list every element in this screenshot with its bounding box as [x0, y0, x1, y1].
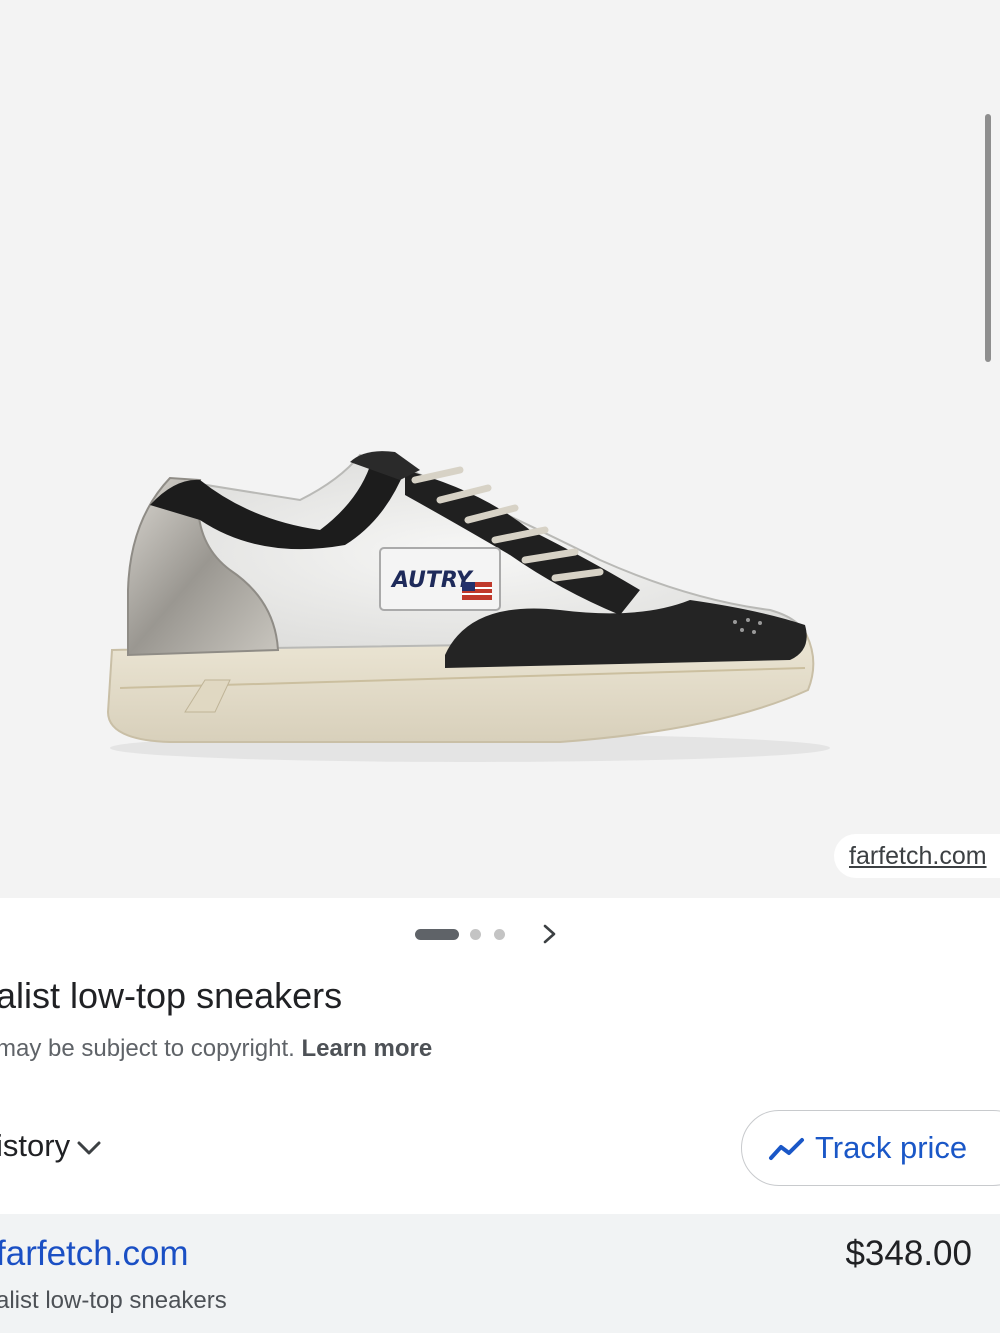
price-history-label: istory [0, 1128, 71, 1163]
chevron-down-icon [77, 1141, 101, 1155]
carousel-dot-active[interactable] [415, 929, 459, 940]
sneaker-image: AUTRY [106, 451, 830, 762]
price-history-toggle[interactable]: istory [0, 1124, 102, 1168]
learn-more-link[interactable]: Learn more [302, 1035, 433, 1062]
product-title: alist low-top sneakers [0, 975, 343, 1016]
offer-product-name: alist low-top sneakers [0, 1287, 227, 1314]
brand-patch-text: AUTRY [390, 568, 474, 593]
offer-price: $348.00 [845, 1234, 972, 1273]
carousel-dot[interactable] [494, 929, 505, 940]
chevron-right-icon[interactable] [539, 922, 561, 946]
track-price-button[interactable]: Track price [741, 1110, 1000, 1186]
product-image-area[interactable]: AUTRY farfetch.com [0, 0, 1000, 898]
track-price-label: Track price [815, 1130, 968, 1165]
copyright-notice: may be subject to copyright. Learn more [0, 1032, 432, 1066]
carousel-indicator [0, 920, 1000, 948]
store-offer-row[interactable]: farfetch.com $348.00 alist low-top sneak… [0, 1214, 1000, 1333]
trending-line-icon [769, 1138, 804, 1160]
image-source-chip[interactable]: farfetch.com [834, 834, 1000, 878]
scrollbar[interactable] [985, 114, 991, 362]
offer-store-link[interactable]: farfetch.com [0, 1232, 189, 1276]
carousel-dot[interactable] [470, 929, 481, 940]
copyright-text: may be subject to copyright. [0, 1035, 295, 1062]
